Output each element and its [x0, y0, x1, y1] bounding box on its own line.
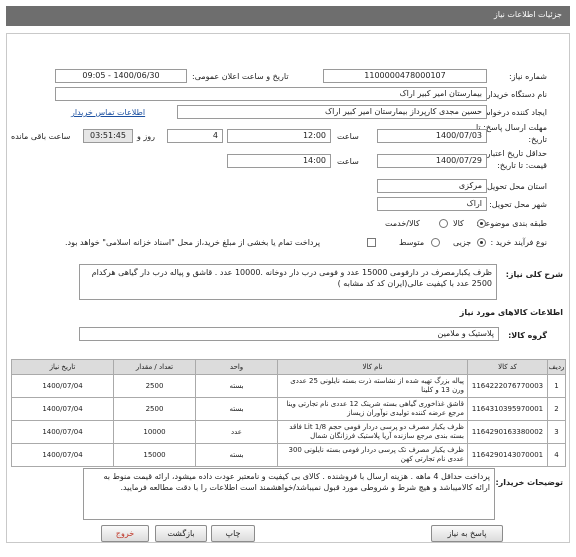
item-date: 1400/07/04 [11, 420, 114, 444]
description-label: شرح کلی نیاز: [505, 270, 563, 279]
item-date: 1400/07/04 [11, 443, 114, 467]
back-button[interactable]: بازگشت [155, 525, 207, 542]
row-number: 1 [547, 374, 566, 398]
remaining-label: ساعت باقی مانده [11, 132, 71, 141]
table-row: 1 1164222076770003 پیاله بزرگ تهیه شده ا… [11, 374, 566, 398]
process-label: نوع فرآیند خرید : [490, 238, 547, 247]
item-name: ظرف یکبار مصرف دو پرسی دردار فومی حجم 1/… [277, 420, 468, 444]
requester-field: حسین مجدی کارپرداز بیمارستان امیر کبیر ا… [177, 105, 487, 119]
province-label: استان محل تحویل: [484, 182, 547, 191]
row-number: 2 [547, 397, 566, 421]
buyer-contact-link[interactable]: اطلاعات تماس خریدار [71, 108, 145, 117]
deadline-hour-label: ساعت [337, 132, 359, 141]
col-header-unit: واحد [195, 359, 278, 375]
goods-table: ردیف کد کالا نام کالا واحد تعداد / مقدار… [11, 359, 566, 467]
treasury-checkbox[interactable] [367, 238, 376, 247]
page-title: جزئیات اطلاعات نیاز [493, 10, 562, 19]
remaining-days-field: 4 [167, 129, 223, 143]
category-option-goods-service: کالا/خدمت [385, 219, 420, 228]
treasury-note: پرداخت تمام یا بخشی از مبلغ خرید،از محل … [65, 238, 321, 247]
print-button[interactable]: چاپ [211, 525, 255, 542]
process-radio-medium[interactable] [431, 238, 440, 247]
need-number-field: 1100000478000107 [323, 69, 487, 83]
item-unit: بسته [195, 374, 278, 398]
province-field: مرکزی [377, 179, 487, 193]
buyer-notes-text: پرداخت حداقل 4 ماهه . هزینه ارسال با فرو… [103, 472, 490, 492]
item-qty: 15000 [113, 443, 196, 467]
table-row: 4 1164290143070001 ظرف یکبار مصرف تک پرس… [11, 443, 566, 467]
item-qty: 2500 [113, 374, 196, 398]
item-unit: بسته [195, 443, 278, 467]
validity-label-1: حداقل تاریخ اعتبار [486, 149, 547, 158]
buyer-org-field: بیمارستان امیر کبیر اراک [55, 87, 487, 101]
description-box: ظرف یکبارمصرف در دارفومی 15000 عدد و فوم… [79, 264, 497, 300]
need-number-label: شماره نیاز: [509, 72, 547, 81]
item-qty: 10000 [113, 420, 196, 444]
col-header-name: نام کالا [277, 359, 468, 375]
item-code: 1164290163380002 [467, 420, 548, 444]
category-radio-goods[interactable] [477, 219, 486, 228]
item-name: ظرف یکبار مصرف تک پرسی دردار فومی بسته ن… [277, 443, 468, 467]
validity-time-field: 14:00 [227, 154, 331, 168]
col-header-qty: تعداد / مقدار [113, 359, 196, 375]
category-option-goods: کالا [453, 219, 464, 228]
remaining-time-field: 03:51:45 [83, 129, 133, 143]
validity-hour-label: ساعت [337, 157, 359, 166]
announce-date-label: تاریخ و ساعت اعلان عمومی: [192, 72, 289, 81]
item-code: 1164290143070001 [467, 443, 548, 467]
goods-group-label: گروه کالا: [508, 331, 547, 340]
item-unit: عدد [195, 420, 278, 444]
days-label: روز و [137, 132, 155, 141]
col-header-date: تاریخ نیاز [11, 359, 114, 375]
category-label: طبقه بندی موضوعی: [476, 219, 547, 228]
col-header-row: ردیف [547, 359, 566, 375]
item-code: 1164310395970001 [467, 397, 548, 421]
goods-section-title: اطلاعات کالاهای مورد نیاز [459, 308, 563, 317]
goods-group-field: پلاستیک و ملامین [79, 327, 499, 341]
buyer-notes-box: پرداخت حداقل 4 ماهه . هزینه ارسال با فرو… [83, 468, 495, 520]
validity-date-field: 1400/07/29 [377, 154, 487, 168]
table-row: 3 1164290163380002 ظرف یکبار مصرف دو پرس… [11, 420, 566, 444]
description-text: ظرف یکبارمصرف در دارفومی 15000 عدد و فوم… [91, 268, 492, 288]
validity-label-2: قیمت: تا تاریخ: [497, 161, 547, 170]
row-number: 4 [547, 443, 566, 467]
deadline-time-field: 12:00 [227, 129, 331, 143]
process-option-medium: متوسط [399, 238, 425, 247]
process-option-minor: جزیی [453, 238, 472, 247]
buyer-org-label: نام دستگاه خریدار: [484, 90, 547, 99]
table-row: 2 1164310395970001 قاشق غذاخوری گیاهی بس… [11, 397, 566, 421]
category-radio-goods-service[interactable] [439, 219, 448, 228]
reply-button[interactable]: پاسخ به نیاز [431, 525, 503, 542]
item-unit: بسته [195, 397, 278, 421]
item-name: قاشق غذاخوری گیاهی بسته شرینک 12 عددی نا… [277, 397, 468, 421]
item-name: پیاله بزرگ تهیه شده از نشاسته ذرت بسته ن… [277, 374, 468, 398]
deadline-date-field: 1400/07/03 [377, 129, 487, 143]
header-bar: جزئیات اطلاعات نیاز [6, 6, 570, 26]
goods-table-header: ردیف کد کالا نام کالا واحد تعداد / مقدار… [11, 359, 566, 375]
item-qty: 2500 [113, 397, 196, 421]
item-code: 1164222076770003 [467, 374, 548, 398]
city-label: شهر محل تحویل: [489, 200, 547, 209]
city-field: اراک [377, 197, 487, 211]
item-date: 1400/07/04 [11, 374, 114, 398]
exit-button[interactable]: خروج [101, 525, 149, 542]
announce-date-field: 1400/06/30 - 09:05 [55, 69, 187, 83]
item-date: 1400/07/04 [11, 397, 114, 421]
col-header-code: کد کالا [467, 359, 548, 375]
process-radio-minor[interactable] [477, 238, 486, 247]
deadline-date-label: تاریخ: [528, 135, 547, 144]
details-panel: شماره نیاز: 1100000478000107 تاریخ و ساع… [6, 33, 570, 543]
row-number: 3 [547, 420, 566, 444]
buyer-notes-label: توضیحات خریدار: [495, 478, 563, 487]
